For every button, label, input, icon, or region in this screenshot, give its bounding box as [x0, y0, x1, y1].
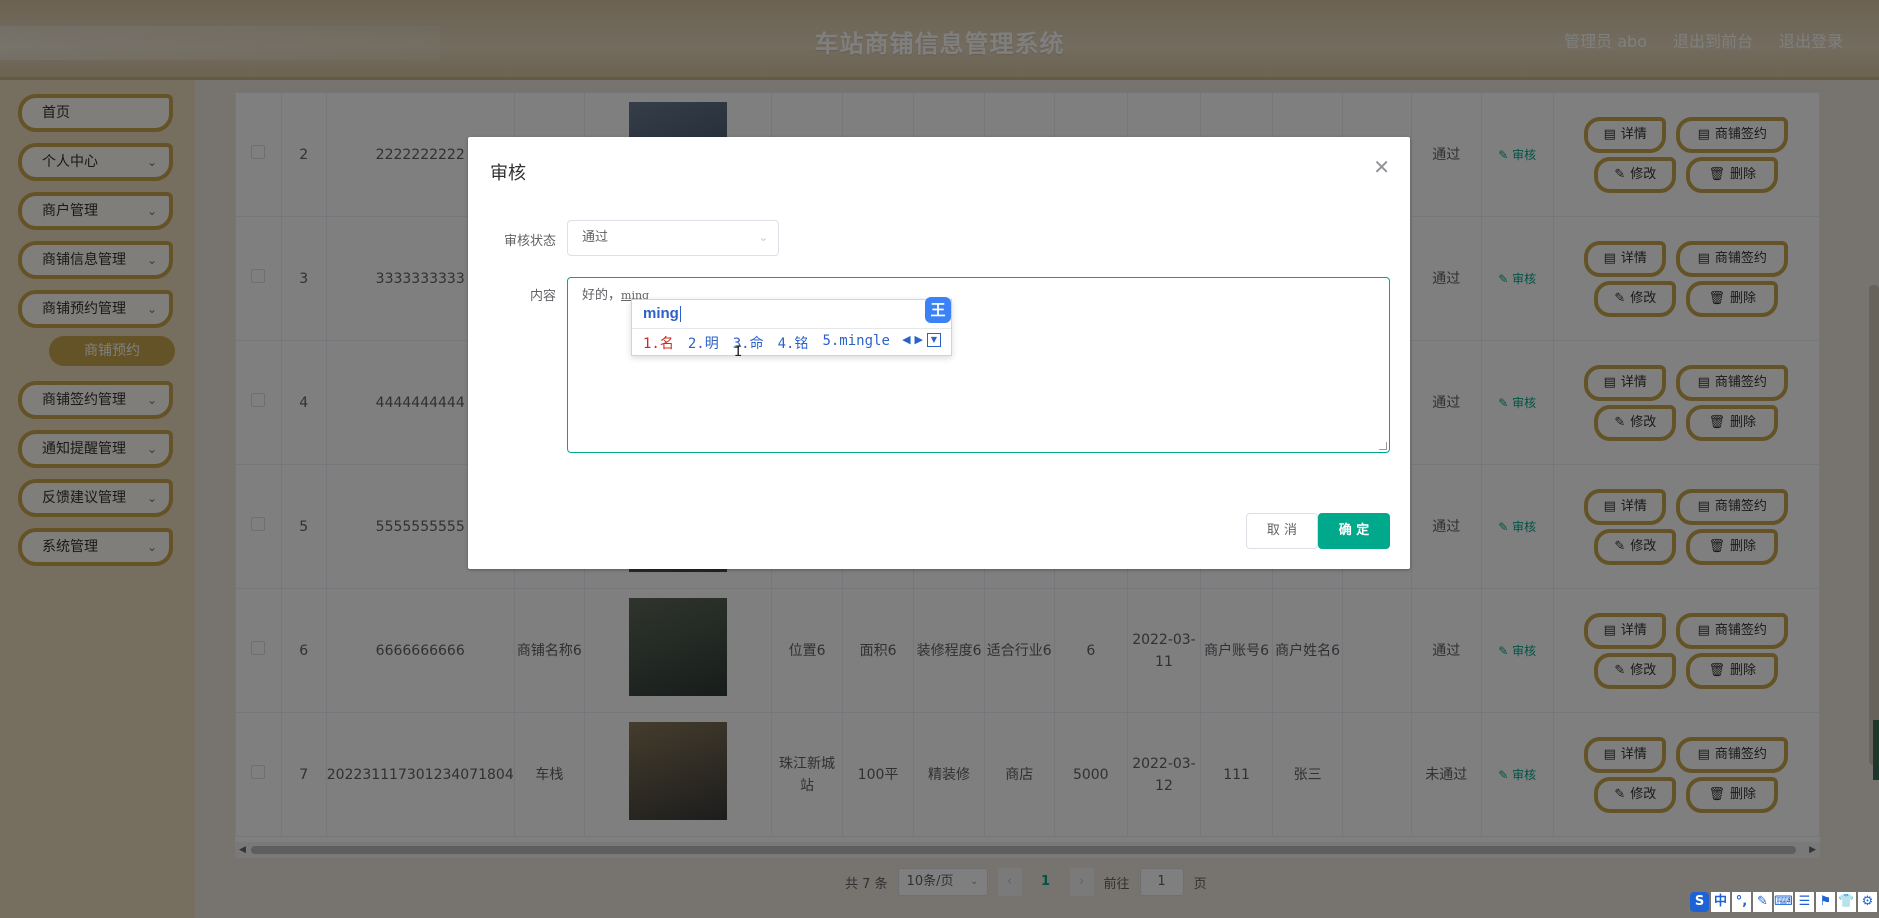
confirm-button[interactable]: 确 定	[1318, 513, 1390, 549]
ime-candidate[interactable]: 1.名	[643, 333, 674, 353]
page-left-icon[interactable]: ◀	[902, 333, 910, 347]
ime-candidate[interactable]: 4.铭	[778, 333, 809, 353]
close-icon[interactable]: ✕	[1373, 155, 1390, 179]
text-caret	[679, 306, 681, 323]
ime-logo-icon[interactable]: S	[1690, 892, 1709, 912]
ime-composition: ming	[643, 305, 681, 323]
flag-icon[interactable]: ⚑	[1816, 892, 1835, 912]
chevron-down-icon: ⌄	[758, 231, 768, 244]
ime-candidate-window: ming 王 1.名 2.明 3.命 4.铭 5.mingle ◀ ▶ ▼	[631, 297, 952, 356]
status-select-value: 通过	[582, 230, 609, 245]
dialog-title: 审核	[490, 163, 526, 184]
resize-handle-icon[interactable]	[1379, 442, 1387, 450]
settings-icon[interactable]: ⚙	[1858, 892, 1877, 912]
ibeam-cursor-icon: I	[734, 344, 743, 360]
ime-candidates: 1.名 2.明 3.命 4.铭 5.mingle	[643, 333, 890, 353]
content-text: 好的，	[582, 288, 622, 303]
ime-candidate[interactable]: 2.明	[688, 333, 719, 353]
status-select[interactable]: 通过 ⌄	[567, 220, 779, 256]
punctuation-icon[interactable]: °,	[1732, 892, 1751, 912]
menu-icon[interactable]: ☰	[1795, 892, 1814, 912]
ime-composition-text: ming	[643, 305, 679, 322]
handwrite-icon[interactable]: ✎	[1753, 892, 1772, 912]
expand-icon[interactable]: ▼	[927, 333, 941, 347]
ime-candidate[interactable]: 5.mingle	[822, 333, 889, 353]
skin-icon[interactable]: 👕	[1837, 892, 1856, 912]
content-label: 内容	[529, 289, 556, 304]
ime-logo-icon: 王	[925, 297, 951, 323]
ime-nav: ◀ ▶ ▼	[902, 333, 941, 347]
status-label: 审核状态	[503, 234, 556, 249]
chinese-mode-icon[interactable]: 中	[1711, 892, 1730, 912]
ime-toolbar: S 中 °, ✎ ⌨ ☰ ⚑ 👕 ⚙	[1690, 890, 1879, 914]
ime-divider	[632, 328, 951, 329]
page-right-icon[interactable]: ▶	[915, 333, 923, 347]
keyboard-icon[interactable]: ⌨	[1774, 892, 1793, 912]
cancel-button[interactable]: 取 消	[1246, 513, 1318, 549]
